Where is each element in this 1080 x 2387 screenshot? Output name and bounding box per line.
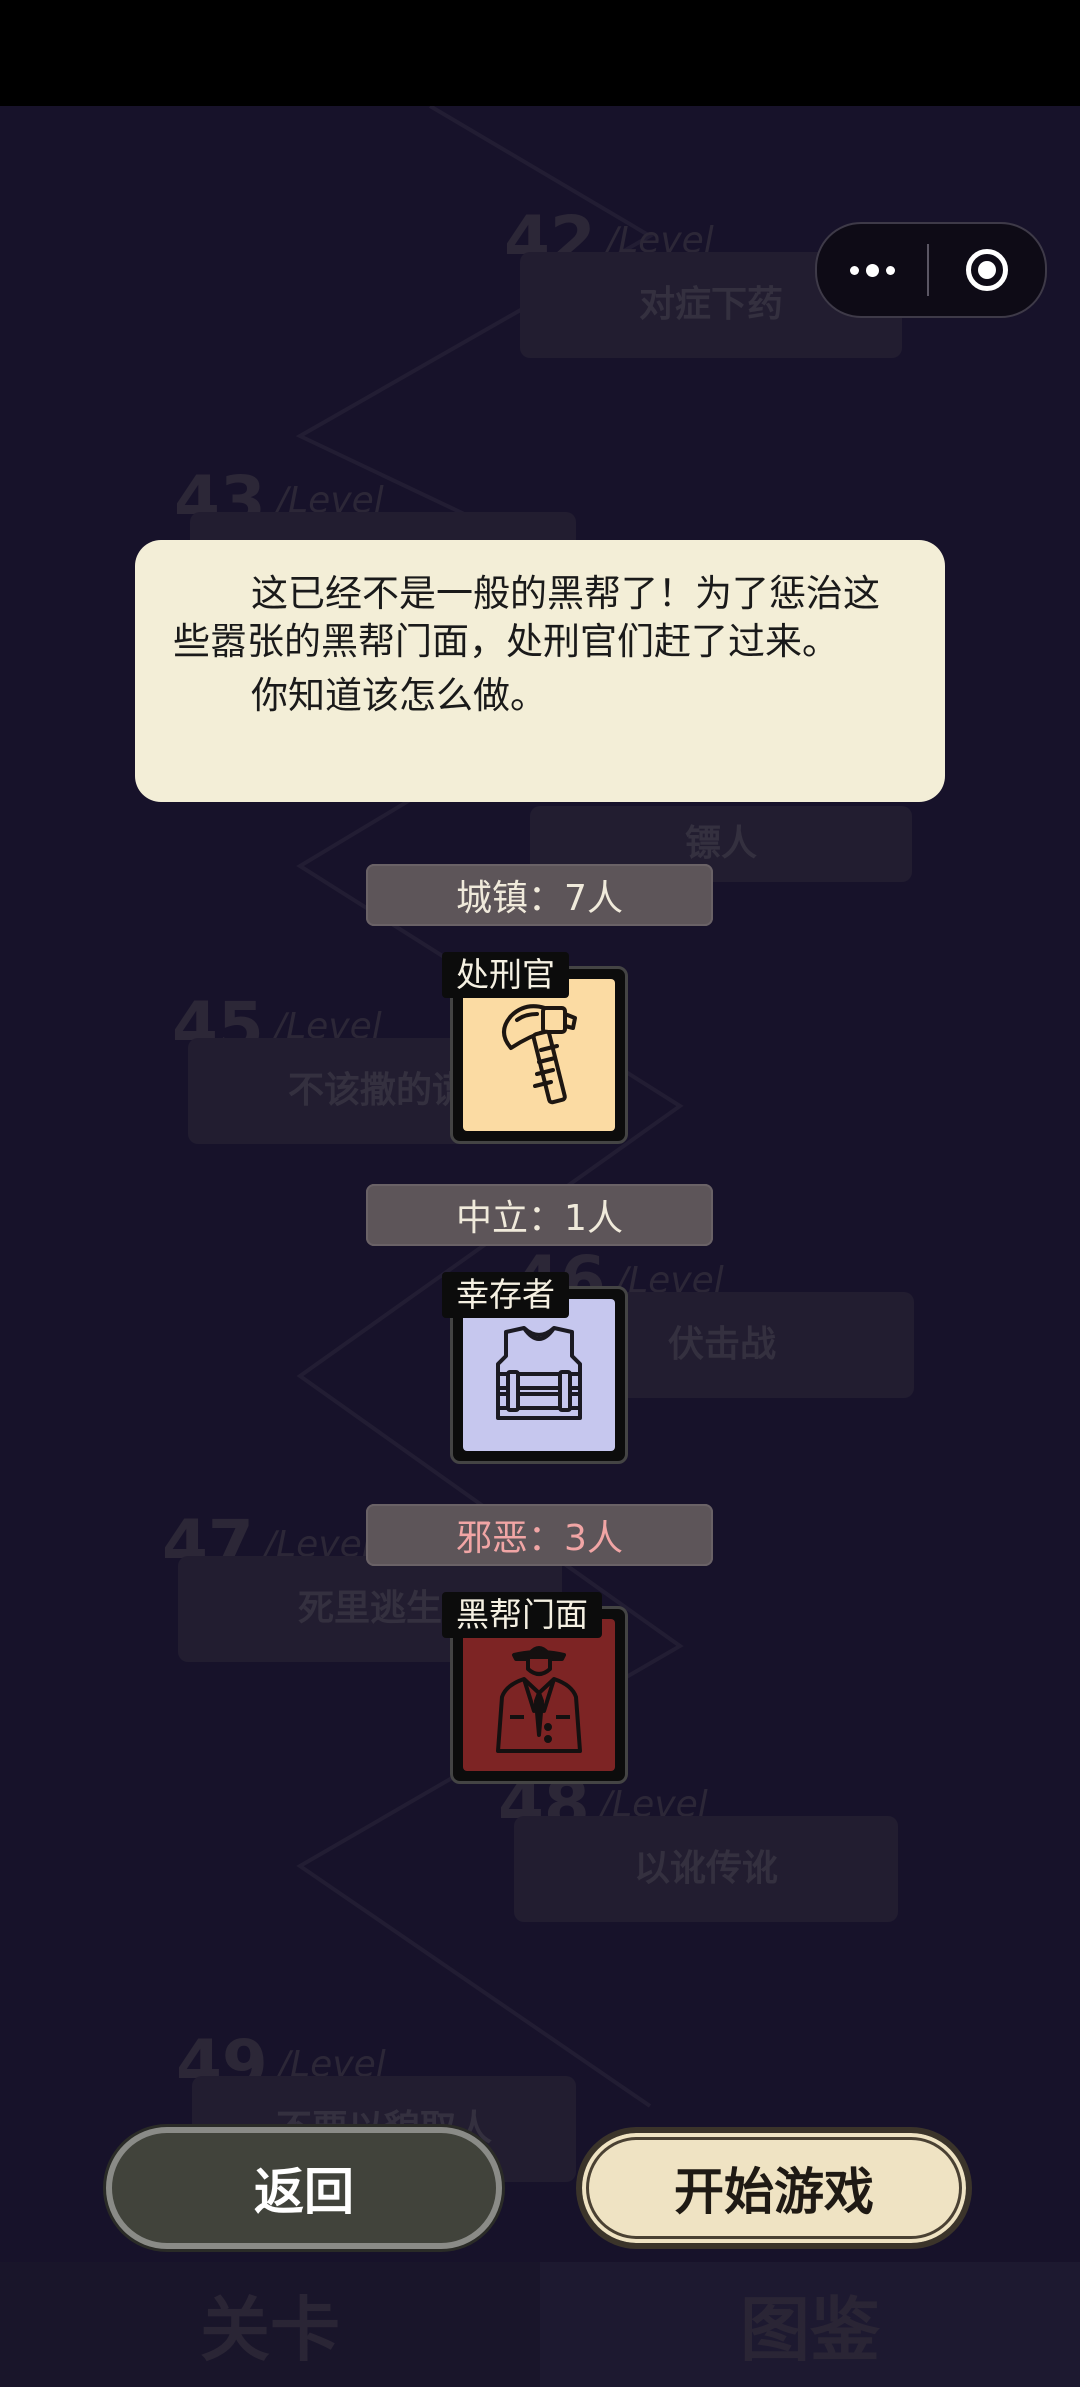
back-button[interactable]: 返回 — [106, 2127, 502, 2249]
suit-man-icon — [496, 1646, 582, 1753]
intro-paragraph-2: 你知道该怎么做。 — [251, 674, 547, 717]
role-name-label: 幸存者 — [442, 1272, 569, 1318]
role-card-survivor[interactable]: 幸存者 — [442, 1272, 628, 1464]
team-header-label: 邪恶：3人 — [456, 1518, 623, 1559]
role-card-executioner[interactable]: 处刑官 — [442, 952, 628, 1144]
team-header-neutral: 中立：1人 — [366, 1184, 713, 1246]
team-header-label: 中立：1人 — [456, 1198, 623, 1239]
axe-icon — [502, 1004, 577, 1105]
team-header-evil: 邪恶：3人 — [366, 1504, 713, 1566]
status-bar — [0, 0, 1080, 106]
bulletproof-vest-icon — [496, 1326, 582, 1420]
role-card-gang-front[interactable]: 黑帮门面 — [442, 1592, 628, 1784]
start-game-button[interactable]: 开始游戏 — [576, 2127, 972, 2249]
team-header-label: 城镇：7人 — [456, 878, 623, 919]
level-intro-text: 这已经不是一般的黑帮了！为了惩治这些嚣张的黑帮门面，处刑官们赶了过来。 你知道该… — [135, 540, 945, 802]
role-name-label: 处刑官 — [442, 952, 569, 998]
role-name-label: 黑帮门面 — [442, 1592, 602, 1638]
level-detail-overlay — [0, 106, 1080, 2387]
intro-paragraph-1: 这已经不是一般的黑帮了！为了惩治这些嚣张的黑帮门面，处刑官们赶了过来。 — [173, 572, 880, 663]
team-header-town: 城镇：7人 — [366, 864, 713, 926]
